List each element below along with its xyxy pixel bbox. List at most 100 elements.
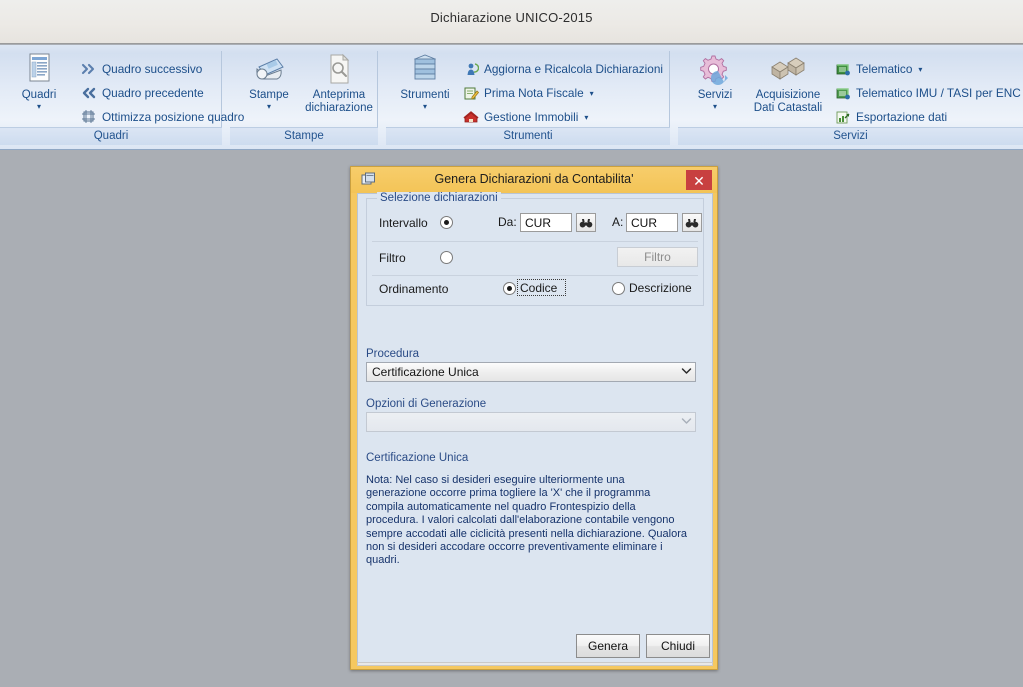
ribbon-group-stampe: Stampe ▾ Anteprima dichiarazione Stampe — [230, 47, 378, 147]
double-chevron-right-icon — [80, 61, 98, 77]
telematic-green-icon — [834, 61, 852, 77]
binoculars-icon[interactable] — [576, 213, 596, 232]
chevron-down-icon[interactable]: ▾ — [2, 102, 76, 111]
ribbon-button-anteprima-dichiarazione[interactable]: Anteprima dichiarazione — [302, 53, 376, 115]
label-a: A: — [612, 215, 624, 229]
database-stack-icon — [388, 53, 462, 87]
ribbon-button-quadri-label: Quadri — [21, 89, 57, 101]
chiudi-button[interactable]: Chiudi — [646, 634, 710, 658]
label-ordinamento-descrizione: Descrizione — [629, 281, 692, 295]
page-preview-icon — [302, 53, 376, 87]
ribbon-button-quadri[interactable]: Quadri ▾ — [2, 53, 76, 111]
ribbon-item-gestione-immobili[interactable]: Gestione Immobili ▾ — [462, 107, 588, 127]
telematic-green-icon — [834, 85, 852, 101]
filtro-button[interactable]: Filtro — [617, 247, 698, 267]
ribbon-button-strumenti-label: Strumenti — [400, 89, 450, 101]
radio-intervallo[interactable] — [440, 216, 453, 229]
note-heading: Certificazione Unica — [366, 452, 469, 464]
ribbon-item-label: Quadro precedente — [102, 86, 204, 100]
dialog-body: Selezione dichiarazioni Intervallo Da: A… — [357, 192, 713, 663]
label-procedura: Procedura — [366, 348, 420, 360]
ribbon-group-label-servizi: Servizi — [678, 127, 1023, 145]
close-icon[interactable]: ✕ — [686, 170, 712, 190]
ribbon-button-anteprima-label-1: Anteprima — [312, 89, 366, 101]
groupbox-title: Selezione dichiarazioni — [377, 192, 501, 204]
chevron-down-icon[interactable]: ▾ — [584, 113, 588, 122]
ribbon-item-quadro-precedente[interactable]: Quadro precedente — [80, 83, 204, 103]
opzioni-generazione-select[interactable] — [366, 412, 696, 432]
notepad-pencil-icon — [462, 85, 480, 101]
note-text: Nota: Nel caso si desideri eseguire ulte… — [366, 474, 687, 567]
ribbon-button-stampe-label: Stampe — [249, 89, 289, 101]
dialog-title: Genera Dichiarazioni da Contabilita' — [434, 172, 634, 186]
binoculars-icon[interactable] — [682, 213, 702, 232]
ribbon-item-label: Aggiorna e Ricalcola Dichiarazioni — [484, 62, 664, 76]
ribbon-item-label: Esportazione dati — [856, 110, 948, 124]
ribbon-button-anteprima-label-2: dichiarazione — [305, 102, 373, 114]
label-opzioni-generazione: Opzioni di Generazione — [366, 398, 487, 410]
ribbon-item-prima-nota-fiscale[interactable]: Prima Nota Fiscale ▾ — [462, 83, 594, 103]
ribbon-item-telematico-imu-tasi-enc[interactable]: Telematico IMU / TASI per ENC ▾ — [834, 83, 1023, 103]
quadri-list-icon — [2, 53, 76, 87]
printer-icon — [232, 53, 306, 87]
ribbon-group-quadri: Quadri ▾ Quadro successivo Quadro preced… — [0, 47, 244, 147]
ribbon-button-acquisizione-label-2: Dati Catastali — [753, 102, 823, 114]
ribbon-button-acquisizione-label-1: Acquisizione — [755, 89, 821, 101]
ribbon-button-servizi-label: Servizi — [697, 89, 733, 101]
radio-ordinamento-descrizione[interactable] — [612, 282, 625, 295]
ribbon-button-strumenti[interactable]: Strumenti ▾ — [388, 53, 462, 111]
groupbox-selezione-dichiarazioni: Selezione dichiarazioni Intervallo Da: A… — [366, 192, 704, 306]
chevron-down-icon[interactable]: ▾ — [232, 102, 306, 111]
da-input[interactable] — [520, 213, 572, 232]
label-da: Da: — [498, 215, 517, 229]
ribbon-item-label: Telematico — [856, 62, 913, 76]
ribbon-group-strumenti: Strumenti ▾ Aggiorna e Ricalcola Dichiar… — [386, 47, 670, 147]
ribbon-button-stampe[interactable]: Stampe ▾ — [232, 53, 306, 111]
radio-ordinamento-codice[interactable] — [503, 282, 516, 295]
chevron-down-icon[interactable] — [677, 367, 695, 378]
procedura-select-value: Certificazione Unica — [372, 365, 479, 379]
ribbon-item-label: Telematico IMU / TASI per ENC — [856, 86, 1021, 100]
ribbon-item-quadro-successivo[interactable]: Quadro successivo — [80, 59, 202, 79]
gears-icon — [678, 53, 752, 87]
export-chart-icon — [834, 109, 852, 125]
radio-filtro[interactable] — [440, 251, 453, 264]
genera-button[interactable]: Genera — [576, 634, 640, 658]
ribbon-item-label: Quadro successivo — [102, 62, 203, 76]
ribbon-item-label: Gestione Immobili — [484, 110, 579, 124]
label-intervallo: Intervallo — [379, 216, 428, 230]
procedura-select[interactable]: Certificazione Unica — [366, 362, 696, 382]
ribbon-toolbar: Quadri ▾ Quadro successivo Quadro preced… — [0, 45, 1023, 150]
chevron-down-icon[interactable]: ▾ — [388, 102, 462, 111]
double-chevron-left-icon — [80, 85, 98, 101]
refresh-person-icon — [462, 61, 480, 77]
dialog-title-bar[interactable]: Genera Dichiarazioni da Contabilita' ✕ — [351, 167, 717, 193]
ribbon-item-aggiorna-ricalcola-dichiarazioni[interactable]: Aggiorna e Ricalcola Dichiarazioni — [462, 59, 663, 79]
boxes-icon — [748, 53, 828, 87]
ribbon-group-label-stampe: Stampe — [230, 127, 378, 145]
ribbon-group-servizi: Servizi ▾ Acquisizione Dati Catastali Te… — [678, 47, 1023, 147]
a-input[interactable] — [626, 213, 678, 232]
genera-dichiarazioni-dialog: Genera Dichiarazioni da Contabilita' ✕ S… — [350, 166, 718, 670]
label-ordinamento-codice: Codice — [520, 281, 558, 295]
ribbon-button-servizi[interactable]: Servizi ▾ — [678, 53, 752, 111]
app-title-bar: Dichiarazione UNICO-2015 — [0, 0, 1023, 44]
ribbon-item-label: Ottimizza posizione quadro — [102, 110, 245, 124]
dialog-status-strip — [357, 662, 713, 666]
optimize-layout-icon — [80, 109, 98, 125]
ribbon-item-esportazione-dati[interactable]: Esportazione dati — [834, 107, 947, 127]
ribbon-group-label-quadri: Quadri — [0, 127, 222, 145]
chevron-down-icon[interactable]: ▾ — [918, 65, 922, 74]
ribbon-item-ottimizza-posizione-quadro[interactable]: Ottimizza posizione quadro — [80, 107, 244, 127]
chevron-down-icon[interactable]: ▾ — [590, 89, 594, 98]
app-window-title: Dichiarazione UNICO-2015 — [430, 10, 593, 25]
ribbon-item-label: Prima Nota Fiscale — [484, 86, 584, 100]
ribbon-button-acquisizione-dati-catastali[interactable]: Acquisizione Dati Catastali — [748, 53, 828, 115]
chevron-down-icon[interactable] — [677, 417, 695, 428]
divider — [372, 275, 698, 276]
house-red-icon — [462, 109, 480, 125]
chevron-down-icon[interactable]: ▾ — [678, 102, 752, 111]
ribbon-item-telematico[interactable]: Telematico ▾ — [834, 59, 922, 79]
label-ordinamento: Ordinamento — [379, 282, 449, 296]
label-filtro: Filtro — [379, 251, 406, 265]
